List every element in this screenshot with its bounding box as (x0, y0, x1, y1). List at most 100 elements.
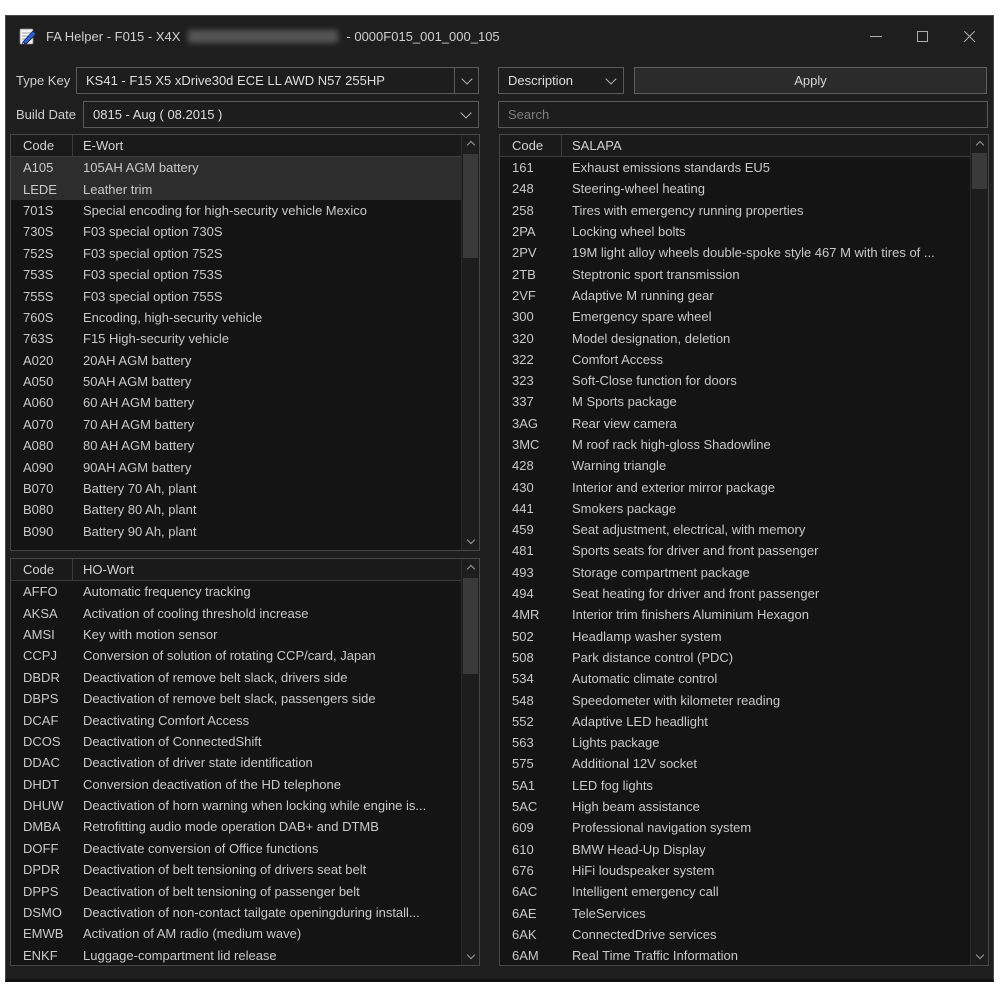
table-row[interactable]: 2TBSteptronic sport transmission (500, 263, 970, 284)
table-row[interactable]: 441Smokers package (500, 498, 970, 519)
table-row[interactable]: 610BMW Head-Up Display (500, 839, 970, 860)
table-row[interactable]: 548Speedometer with kilometer reading (500, 689, 970, 710)
table-row[interactable]: 730SF03 special option 730S (11, 221, 461, 242)
table-row[interactable]: 459Seat adjustment, electrical, with mem… (500, 519, 970, 540)
table-row[interactable]: 753SF03 special option 753S (11, 264, 461, 285)
e-wort-list-header[interactable]: Code E-Wort (11, 135, 461, 157)
scroll-down-button[interactable] (462, 948, 479, 965)
table-row[interactable]: 508Park distance control (PDC) (500, 647, 970, 668)
table-row[interactable]: DSMODeactivation of non-contact tailgate… (11, 902, 461, 923)
table-row[interactable]: 502Headlamp washer system (500, 626, 970, 647)
apply-button[interactable]: Apply (634, 67, 987, 94)
table-row[interactable]: 430Interior and exterior mirror package (500, 476, 970, 497)
column-header-salapa[interactable]: SALAPA (562, 135, 970, 156)
table-row[interactable]: DBDRDeactivation of remove belt slack, d… (11, 667, 461, 688)
e-wort-scrollbar[interactable] (461, 135, 479, 550)
table-row[interactable]: B080Battery 80 Ah, plant (11, 499, 461, 520)
table-row[interactable]: DDACDeactivation of driver state identif… (11, 752, 461, 773)
table-row[interactable]: 4MRInterior trim finishers Aluminium Hex… (500, 604, 970, 625)
table-row[interactable]: 609Professional navigation system (500, 817, 970, 838)
table-row[interactable]: 494Seat heating for driver and front pas… (500, 583, 970, 604)
table-row[interactable]: 563Lights package (500, 732, 970, 753)
table-row[interactable]: 575Additional 12V socket (500, 753, 970, 774)
column-header-ho-wort[interactable]: HO-Wort (73, 559, 461, 580)
table-row[interactable]: 6ACIntelligent emergency call (500, 881, 970, 902)
scroll-up-button[interactable] (462, 559, 479, 576)
table-row[interactable]: DMBARetrofitting audio mode operation DA… (11, 816, 461, 837)
table-row[interactable]: DPPSDeactivation of belt tensioning of p… (11, 880, 461, 901)
table-row[interactable]: B070Battery 70 Ah, plant (11, 478, 461, 499)
table-row[interactable]: A06060 AH AGM battery (11, 392, 461, 413)
table-row[interactable]: ENKFLuggage-compartment lid release (11, 945, 461, 965)
table-row[interactable]: DCOSDeactivation of ConnectedShift (11, 731, 461, 752)
table-row[interactable]: AMSIKey with motion sensor (11, 624, 461, 645)
table-row[interactable]: 337M Sports package (500, 391, 970, 412)
build-date-combobox[interactable]: 0815 - Aug ( 08.2015 ) (83, 101, 479, 128)
type-key-combobox[interactable]: KS41 - F15 X5 xDrive30d ECE LL AWD N57 2… (76, 67, 479, 94)
table-row[interactable]: 320Model designation, deletion (500, 327, 970, 348)
salapa-list-header[interactable]: Code SALAPA (500, 135, 970, 157)
table-row[interactable]: DPDRDeactivation of belt tensioning of d… (11, 859, 461, 880)
table-row[interactable]: AFFOAutomatic frequency tracking (11, 581, 461, 602)
table-row[interactable]: 481Sports seats for driver and front pas… (500, 540, 970, 561)
column-header-code[interactable]: Code (11, 559, 73, 580)
table-row[interactable]: LEDELeather trim (11, 178, 461, 199)
table-row[interactable]: 161Exhaust emissions standards EU5 (500, 157, 970, 178)
table-row[interactable]: 3MCM roof rack high-gloss Shadowline (500, 434, 970, 455)
scroll-down-button[interactable] (971, 948, 988, 965)
table-row[interactable]: 6AKConnectedDrive services (500, 924, 970, 945)
salapa-scrollbar[interactable] (970, 135, 988, 965)
scrollbar-thumb[interactable] (463, 154, 478, 258)
table-row[interactable]: 323Soft-Close function for doors (500, 370, 970, 391)
column-header-code[interactable]: Code (500, 135, 562, 156)
table-row[interactable]: 6AMReal Time Traffic Information (500, 945, 970, 965)
table-row[interactable]: 2VFAdaptive M running gear (500, 285, 970, 306)
table-row[interactable]: 5A1LED fog lights (500, 775, 970, 796)
table-row[interactable]: A09090AH AGM battery (11, 456, 461, 477)
table-row[interactable]: 552Adaptive LED headlight (500, 711, 970, 732)
close-button[interactable] (946, 16, 993, 56)
scroll-down-button[interactable] (462, 533, 479, 550)
ho-wort-list-header[interactable]: Code HO-Wort (11, 559, 461, 581)
table-row[interactable]: 258Tires with emergency running properti… (500, 200, 970, 221)
table-row[interactable]: A08080 AH AGM battery (11, 435, 461, 456)
column-header-e-wort[interactable]: E-Wort (73, 135, 461, 156)
table-row[interactable]: A07070 AH AGM battery (11, 414, 461, 435)
scrollbar-thumb[interactable] (972, 153, 987, 189)
table-row[interactable]: 428Warning triangle (500, 455, 970, 476)
table-row[interactable]: 534Automatic climate control (500, 668, 970, 689)
table-row[interactable]: CCPJConversion of solution of rotating C… (11, 645, 461, 666)
table-row[interactable]: 6AETeleServices (500, 902, 970, 923)
table-row[interactable]: 2PV19M light alloy wheels double-spoke s… (500, 242, 970, 263)
minimize-button[interactable] (852, 16, 899, 56)
table-row[interactable]: 760SEncoding, high-security vehicle (11, 307, 461, 328)
table-row[interactable]: A02020AH AGM battery (11, 350, 461, 371)
table-row[interactable]: 322Comfort Access (500, 349, 970, 370)
table-row[interactable]: AKSAActivation of cooling threshold incr… (11, 602, 461, 623)
table-row[interactable]: 752SF03 special option 752S (11, 243, 461, 264)
table-row[interactable]: 676HiFi loudspeaker system (500, 860, 970, 881)
table-row[interactable]: A105105AH AGM battery (11, 157, 461, 178)
table-row[interactable]: 3AGRear view camera (500, 413, 970, 434)
table-row[interactable]: 493Storage compartment package (500, 562, 970, 583)
table-row[interactable]: EMWBActivation of AM radio (medium wave) (11, 923, 461, 944)
search-input[interactable] (498, 101, 988, 128)
scroll-up-button[interactable] (462, 135, 479, 152)
table-row[interactable]: B090Battery 90 Ah, plant (11, 521, 461, 542)
filter-mode-combobox[interactable]: Description (498, 67, 624, 94)
table-row[interactable]: 763SF15 High-security vehicle (11, 328, 461, 349)
table-row[interactable]: DOFFDeactivate conversion of Office func… (11, 838, 461, 859)
table-row[interactable]: 5ACHigh beam assistance (500, 796, 970, 817)
table-row[interactable]: DHUWDeactivation of horn warning when lo… (11, 795, 461, 816)
scroll-up-button[interactable] (971, 135, 988, 152)
table-row[interactable]: 2PALocking wheel bolts (500, 221, 970, 242)
table-row[interactable]: 248Steering-wheel heating (500, 178, 970, 199)
table-row[interactable]: A05050AH AGM battery (11, 371, 461, 392)
table-row[interactable]: DCAFDeactivating Comfort Access (11, 709, 461, 730)
maximize-button[interactable] (899, 16, 946, 56)
table-row[interactable]: 701SSpecial encoding for high-security v… (11, 200, 461, 221)
scrollbar-thumb[interactable] (463, 578, 478, 674)
table-row[interactable]: 755SF03 special option 755S (11, 285, 461, 306)
column-header-code[interactable]: Code (11, 135, 73, 156)
table-row[interactable]: DHDTConversion deactivation of the HD te… (11, 774, 461, 795)
